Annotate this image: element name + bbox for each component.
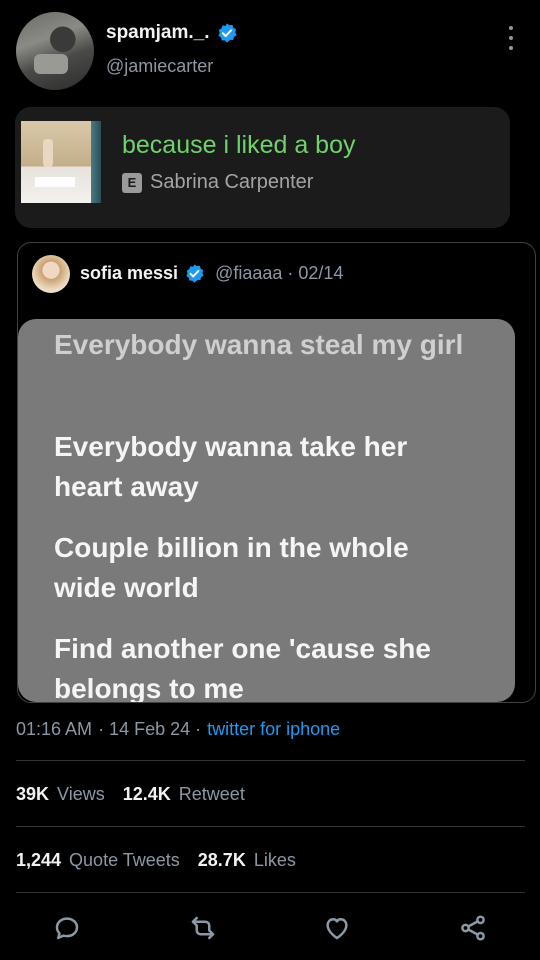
author-avatar[interactable]: [16, 12, 94, 90]
song-title: because i liked a boy: [122, 131, 356, 159]
quoted-tweet[interactable]: sofia messi @fiaaaa · 02/14 Everybody wa…: [17, 242, 536, 703]
explicit-icon: E: [122, 172, 142, 193]
retweet-icon[interactable]: [188, 913, 218, 943]
lyric-line: Find another one 'cause she belongs to m…: [54, 633, 431, 702]
quoted-avatar[interactable]: [32, 255, 70, 293]
retweets-label: Retweet: [178, 784, 245, 804]
stats-row-1: 39K Views 12.4K Retweet: [16, 784, 245, 805]
divider: [16, 760, 525, 761]
stats-row-2: 1,244 Quote Tweets 28.7K Likes: [16, 850, 296, 871]
views-stat[interactable]: 39K Views: [16, 784, 105, 805]
quoted-meta: @fiaaaa · 02/14: [215, 263, 344, 283]
lyric-line: Couple billion in the whole wide world: [54, 532, 409, 603]
views-label: Views: [57, 784, 105, 804]
share-icon[interactable]: [458, 913, 488, 943]
reply-icon[interactable]: [52, 913, 82, 943]
more-options-icon[interactable]: [504, 26, 518, 50]
verified-badge-icon: [186, 264, 204, 283]
likes-label: Likes: [253, 850, 296, 870]
song-artist: Sabrina Carpenter: [150, 171, 314, 193]
quoted-header: sofia messi @fiaaaa · 02/14: [80, 263, 343, 284]
source-link[interactable]: twitter for iphone: [207, 719, 340, 740]
retweets-count: 12.4K: [122, 784, 171, 804]
likes-stat[interactable]: 28.7K Likes: [198, 850, 296, 871]
retweets-stat[interactable]: 12.4K Retweet: [123, 784, 245, 805]
author-name-row: spamjam._.: [106, 22, 238, 44]
timestamp-row: 01:16 AM · 14 Feb 24 · twitter for iphon…: [16, 719, 340, 740]
quotes-count: 1,244: [16, 850, 62, 870]
album-art: [21, 121, 101, 203]
action-bar: [0, 905, 540, 951]
quotes-stat[interactable]: 1,244 Quote Tweets: [16, 850, 180, 871]
likes-count: 28.7K: [197, 850, 246, 870]
divider: [16, 892, 525, 893]
lyrics-card: Everybody wanna steal my girl Everybody …: [18, 319, 515, 702]
tweet-time: 01:16 AM: [16, 719, 93, 739]
song-artist-row: E Sabrina Carpenter: [122, 171, 313, 194]
lyric-line: Everybody wanna take her heart away: [54, 431, 408, 502]
divider: [16, 826, 525, 827]
song-card[interactable]: because i liked a boy E Sabrina Carpente…: [15, 107, 510, 228]
author-display-name[interactable]: spamjam._.: [106, 22, 210, 44]
like-icon[interactable]: [322, 913, 352, 943]
quotes-label: Quote Tweets: [69, 850, 180, 870]
quoted-name: sofia messi: [80, 263, 179, 283]
verified-badge-icon: [217, 23, 236, 43]
lyric-line: Everybody wanna steal my girl: [54, 329, 464, 360]
tweet-date: · 14 Feb 24 ·: [98, 719, 202, 739]
views-count: 39K: [16, 784, 50, 804]
author-handle[interactable]: @jamiecarter: [106, 56, 213, 77]
tweet-header: spamjam._. @jamiecarter: [0, 0, 540, 100]
